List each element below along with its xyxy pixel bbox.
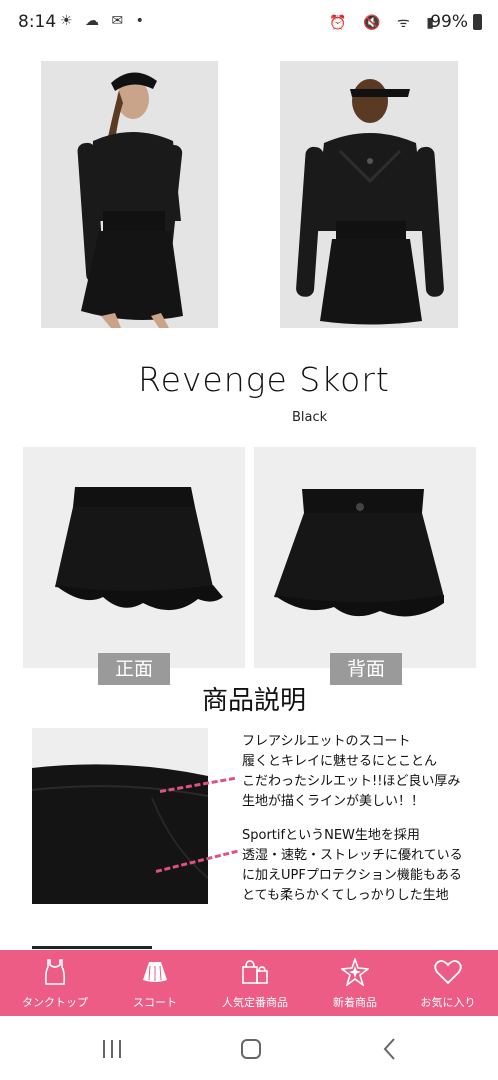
model-front-photo[interactable] [41,61,218,328]
skort-front-photo[interactable] [23,447,245,668]
model-front-figure [77,72,183,328]
skort-front-shape [55,487,223,611]
home-icon [241,1039,261,1059]
system-status-icons: ⏰ 🔇 ᯤ ▮ [329,15,440,31]
back-icon [383,1038,395,1060]
skort-back-shape [274,489,444,617]
model-back-figure [296,79,444,325]
description-line: こだわったシルエット!!ほど良い厚み [242,774,461,789]
battery-percent: 99% [430,12,468,32]
description-line: に加えUPFプロテクション機能もある [242,868,462,883]
nav-skirt[interactable]: スコート [105,950,205,1016]
description-line: 生地が描くラインが美しい！！ [242,794,425,809]
description-line: とても柔らかくてしっかりした生地 [242,888,449,903]
notification-icons: ☀ ☁ ✉ • [60,13,148,29]
skirt-icon [143,962,167,982]
heart-icon [434,960,462,985]
nav-label: スコート [133,996,177,1009]
nav-popular[interactable]: 人気定番商品 [205,950,305,1016]
status-time: 8:14 [18,12,57,32]
nav-new-arrivals[interactable]: 新着商品 [305,950,405,1016]
nav-label: 新着商品 [333,996,377,1009]
shopping-bag-icon [242,960,268,984]
product-color: Black [292,410,328,425]
description-line: SportifというNEW生地を採用 [242,828,420,843]
skort-back-photo[interactable] [254,447,476,668]
nav-favorites[interactable]: お気に入り [398,950,498,1016]
recent-apps-icon [103,1040,121,1058]
description-line: 透湿・速乾・ストレッチに優れている [242,848,463,863]
model-back-photo[interactable] [280,61,458,328]
tank-top-icon [44,959,66,985]
nav-label: お気に入り [420,996,476,1009]
description-line: フレアシルエットのスコート [242,734,411,749]
bottom-nav: タンクトップ スコート 人気定番商品 新着商品 お気に入り [0,950,498,1016]
next-image-edge [32,946,152,949]
nav-label: タンクトップ [22,996,88,1009]
battery-icon [473,14,482,30]
fabric-detail-shape [32,764,208,904]
system-nav-bar [0,1016,498,1080]
home-button[interactable] [231,1034,271,1064]
description-paragraph-1: フレアシルエットのスコート 履くとキレイに魅せるにとことん こだわったシルエット… [242,732,460,812]
nav-label: 人気定番商品 [222,996,288,1009]
description-paragraph-2: SportifというNEW生地を採用 透湿・速乾・ストレッチに優れている に加え… [242,826,463,906]
status-bar: 8:14 ☀ ☁ ✉ • ⏰ 🔇 ᯤ ▮ 99% [0,0,498,44]
section-title-description: 商品説明 [201,686,306,716]
nav-tank-top[interactable]: タンクトップ [5,950,105,1016]
sparkle-star-icon [341,958,369,986]
fabric-detail-photo[interactable] [32,728,208,904]
product-title: Revenge Skort [138,360,390,399]
back-button[interactable] [370,1034,410,1064]
description-line: 履くとキレイに魅せるにとことん [242,754,438,769]
recent-apps-button[interactable] [92,1034,132,1064]
